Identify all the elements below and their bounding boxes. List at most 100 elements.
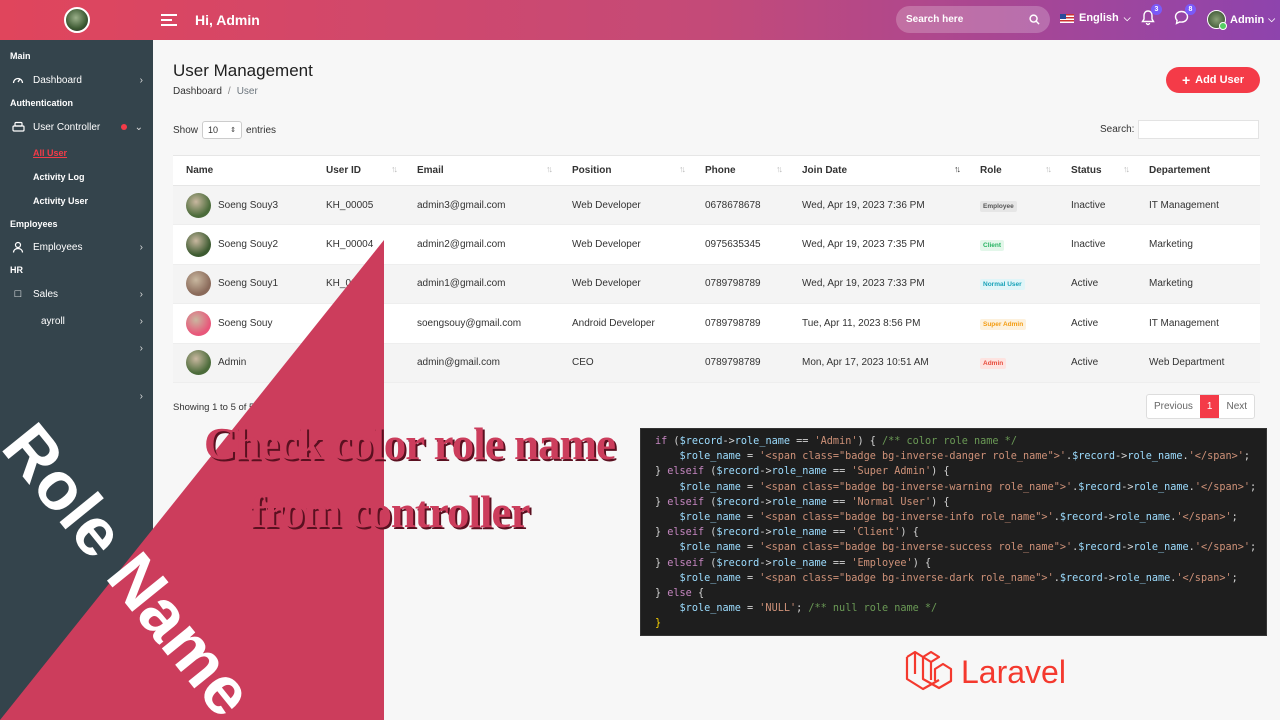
sidebar-item-label: User Controller: [33, 121, 101, 133]
col-role[interactable]: Role ↑↓: [967, 155, 1058, 186]
cell-role: Admin: [967, 343, 1058, 383]
table-row[interactable]: Soeng Souy3 KH_00005 admin3@gmail.com Web D…: [173, 185, 1260, 226]
sidebar-item-user-controller[interactable]: User Controller ⌄: [0, 115, 153, 139]
breadcrumb-separator: /: [227, 86, 231, 97]
cell-status: Active: [1058, 303, 1136, 344]
role-badge: Client: [980, 240, 1005, 252]
search-input[interactable]: Search here: [896, 6, 1050, 33]
laravel-wordmark: Laravel: [961, 653, 1066, 690]
cell-email: admin2@gmail.com: [404, 224, 559, 265]
cell-email: admin1@gmail.com: [404, 264, 559, 305]
cell-position: CEO: [559, 343, 692, 383]
plus-icon: +: [1181, 72, 1191, 88]
add-user-button[interactable]: + Add User: [1166, 67, 1260, 93]
col-join-date[interactable]: Join Date ↑↓: [789, 155, 967, 186]
sidebar-item-label: Dashboard: [33, 74, 82, 86]
cell-status: Active: [1058, 264, 1136, 305]
cell-phone: 0789798789: [692, 264, 789, 305]
role-badge: Employee: [980, 200, 1017, 212]
app-logo[interactable]: [0, 0, 153, 40]
pagination-page-1[interactable]: 1: [1199, 395, 1220, 418]
cell-department: IT Management: [1136, 185, 1260, 226]
role-badge: Admin: [980, 358, 1007, 370]
notification-count-badge: 3: [1151, 4, 1162, 15]
cell-position: Web Developer: [559, 264, 692, 305]
col-phone[interactable]: Phone ↑↓: [692, 155, 789, 186]
col-user-id[interactable]: User ID ↑↓: [313, 155, 404, 186]
cell-join-date: Wed, Apr 19, 2023 7:35 PM: [789, 224, 967, 265]
cell-user-id: KH_00005: [313, 185, 404, 226]
chevron-down-icon: ⌄: [134, 121, 143, 133]
cell-position: Web Developer: [559, 224, 692, 265]
entries-select[interactable]: 10 ⇕: [202, 121, 243, 139]
user-name-text[interactable]: Soeng Souy3: [218, 200, 278, 211]
cell-position: Web Developer: [559, 185, 692, 226]
cell-position: Android Developer: [559, 303, 692, 344]
avatar: [186, 192, 211, 218]
headline-line-2: from controller: [250, 487, 530, 537]
entries-label: entries: [246, 124, 277, 136]
entries-value: 10: [208, 125, 219, 135]
pagination-next[interactable]: Next: [1219, 395, 1254, 418]
col-name[interactable]: Name: [173, 155, 313, 186]
code-snippet: if ($record->role_name == 'Admin') { /**…: [640, 428, 1267, 636]
col-email[interactable]: Email ↑↓: [404, 155, 559, 186]
cell-status: Inactive: [1058, 224, 1136, 265]
language-selector[interactable]: English ⌵: [1060, 12, 1131, 24]
users-icon: [11, 120, 25, 134]
sort-desc-icon: ↑↓: [954, 164, 961, 174]
sidebar-section-authentication: Authentication: [10, 98, 73, 108]
status-dot: [121, 124, 127, 130]
language-label: English: [1079, 12, 1119, 24]
sort-icon: ↑↓: [391, 164, 398, 174]
cell-join-date: Wed, Apr 19, 2023 7:36 PM: [789, 185, 967, 226]
table-search-input[interactable]: [1138, 120, 1260, 139]
sidebar-subitem-activity-user[interactable]: Activity User: [33, 196, 88, 206]
sort-icon: ↑↓: [546, 164, 553, 174]
cell-status: Inactive: [1058, 185, 1136, 226]
sort-icon: ↑↓: [1045, 164, 1052, 174]
cell-department: IT Management: [1136, 303, 1260, 344]
cell-phone: 0678678678: [692, 185, 789, 226]
show-label: Show: [173, 124, 199, 136]
cell-email: admin@gmail.com: [404, 343, 559, 383]
sidebar-subitem-activity-log[interactable]: Activity Log: [33, 172, 85, 182]
cell-name: Soeng Souy3: [173, 185, 313, 226]
laravel-logo: Laravel: [905, 649, 1066, 695]
role-badge: Super Admin: [980, 318, 1027, 330]
cell-status: Active: [1058, 343, 1136, 383]
add-user-label: Add User: [1195, 74, 1245, 86]
stepper-icon: ⇕: [230, 127, 237, 134]
user-menu[interactable]: Admin ⌵: [1207, 10, 1275, 30]
table-search: Search:: [1100, 120, 1260, 139]
cell-join-date: Tue, Apr 11, 2023 8:56 PM: [789, 303, 967, 344]
greeting-text: Hi, Admin: [195, 12, 260, 28]
cell-join-date: Mon, Apr 17, 2023 10:51 AM: [789, 343, 967, 383]
entries-length-control: Show 10 ⇕ entries: [173, 121, 276, 139]
cell-department: Marketing: [1136, 264, 1260, 305]
col-status[interactable]: Status ↑↓: [1058, 155, 1136, 186]
sort-icon: ↑↓: [776, 164, 783, 174]
col-position[interactable]: Position ↑↓: [559, 155, 692, 186]
sort-icon: ↑↓: [679, 164, 686, 174]
pagination: Previous 1 Next: [1146, 394, 1256, 419]
search-icon: [1029, 14, 1040, 25]
page-title: User Management: [173, 61, 313, 80]
pagination-previous[interactable]: Previous: [1147, 395, 1200, 418]
sidebar-section-employees: Employees: [10, 219, 58, 229]
sidebar-subitem-all-user[interactable]: All User: [33, 148, 67, 158]
messages-button[interactable]: 8: [1174, 4, 1196, 30]
cell-email: admin3@gmail.com: [404, 185, 559, 226]
cell-role: Employee: [967, 185, 1058, 226]
col-department[interactable]: Departement: [1136, 155, 1260, 186]
role-badge: Normal User: [980, 279, 1025, 291]
menu-toggle-icon[interactable]: [161, 14, 177, 26]
breadcrumb-dashboard-link[interactable]: Dashboard: [173, 86, 222, 97]
breadcrumb: Dashboard / User: [173, 86, 258, 97]
sidebar-item-dashboard[interactable]: Dashboard ›: [0, 68, 153, 92]
search-placeholder: Search here: [906, 14, 964, 25]
logo-avatar-icon: [63, 7, 90, 33]
notification-button[interactable]: 3: [1141, 4, 1162, 31]
sidebar-section-main: Main: [10, 51, 31, 61]
cell-phone: 0789798789: [692, 343, 789, 383]
